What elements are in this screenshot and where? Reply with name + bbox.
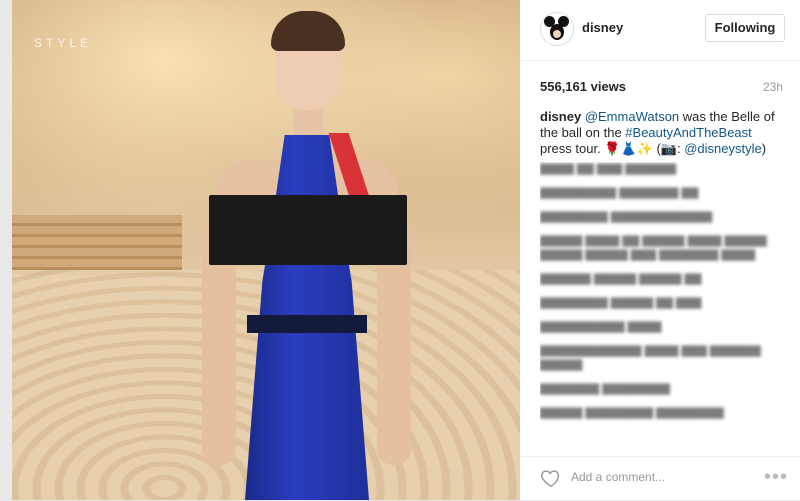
view-count: 556,161 views [540,79,627,94]
post-timestamp[interactable]: 23h [763,80,783,94]
credit-link[interactable]: @disneystyle [684,141,762,156]
list-item: ▇▇▇▇▇ ▇▇▇▇▇▇▇▇ ▇▇▇▇▇▇▇▇ [540,407,724,419]
more-options-icon[interactable]: ••• [764,466,788,489]
ballroom-stairs [12,215,182,275]
list-item: ▇▇▇▇ ▇▇ ▇▇▇ ▇▇▇▇▇▇ [540,163,677,175]
post-sidebar: disney Following 556,161 views 23h disne… [520,0,800,500]
hashtag-link[interactable]: #BeautyAndTheBeast [625,125,751,140]
caption-text-2: press tour. 🌹👗✨ (📷: [540,141,685,156]
post-caption: disney @EmmaWatson was the Belle of the … [540,109,785,157]
list-item: ▇▇▇▇▇ ▇▇▇▇ ▇▇ ▇▇▇▇▇ ▇▇▇▇ ▇▇▇▇▇ ▇▇▇▇▇ ▇▇▇… [540,235,767,261]
comment-footer: Add a comment... ••• [520,456,800,501]
post-header: disney Following [520,0,800,61]
list-item: ▇▇▇▇▇▇ ▇▇▇▇▇ ▇▇▇▇▇ ▇▇ [540,273,702,285]
mention-link[interactable]: @EmmaWatson [585,109,679,124]
comments-list: ▇▇▇▇ ▇▇ ▇▇▇ ▇▇▇▇▇▇ ▇▇▇▇▇▇▇▇▇ ▇▇▇▇▇▇▇ ▇▇ … [540,162,785,452]
style-watermark: STYLE [34,36,93,50]
add-comment-input[interactable]: Add a comment... [571,470,665,484]
caption-username[interactable]: disney [540,109,581,124]
avatar[interactable] [540,12,574,46]
list-item: ▇▇▇▇▇▇▇▇▇▇▇▇ ▇▇▇▇ ▇▇▇ ▇▇▇▇▇▇ ▇▇▇▇▇ [540,345,761,371]
list-item: ▇▇▇▇▇▇▇ ▇▇▇▇▇▇▇▇ [540,383,670,395]
post-modal: STYLE disney Following 556,161 views 23h [0,0,800,500]
list-item: ▇▇▇▇▇▇▇▇ ▇▇▇▇▇▇▇▇▇▇▇▇ [540,211,713,223]
heart-icon[interactable] [540,467,562,489]
list-item: ▇▇▇▇▇▇▇▇▇ ▇▇▇▇▇▇▇ ▇▇ [540,187,699,199]
woman-in-blue-dress [197,11,417,500]
post-image[interactable]: STYLE [12,0,520,500]
list-item: ▇▇▇▇▇▇▇▇ ▇▇▇▇▇ ▇▇ ▇▇▇ [540,297,702,309]
following-button[interactable]: Following [705,14,785,42]
account-username[interactable]: disney [582,20,623,35]
list-item: ▇▇▇▇▇▇▇▇▇▇ ▇▇▇▇ [540,321,662,333]
caption-text-3: ) [761,141,767,156]
